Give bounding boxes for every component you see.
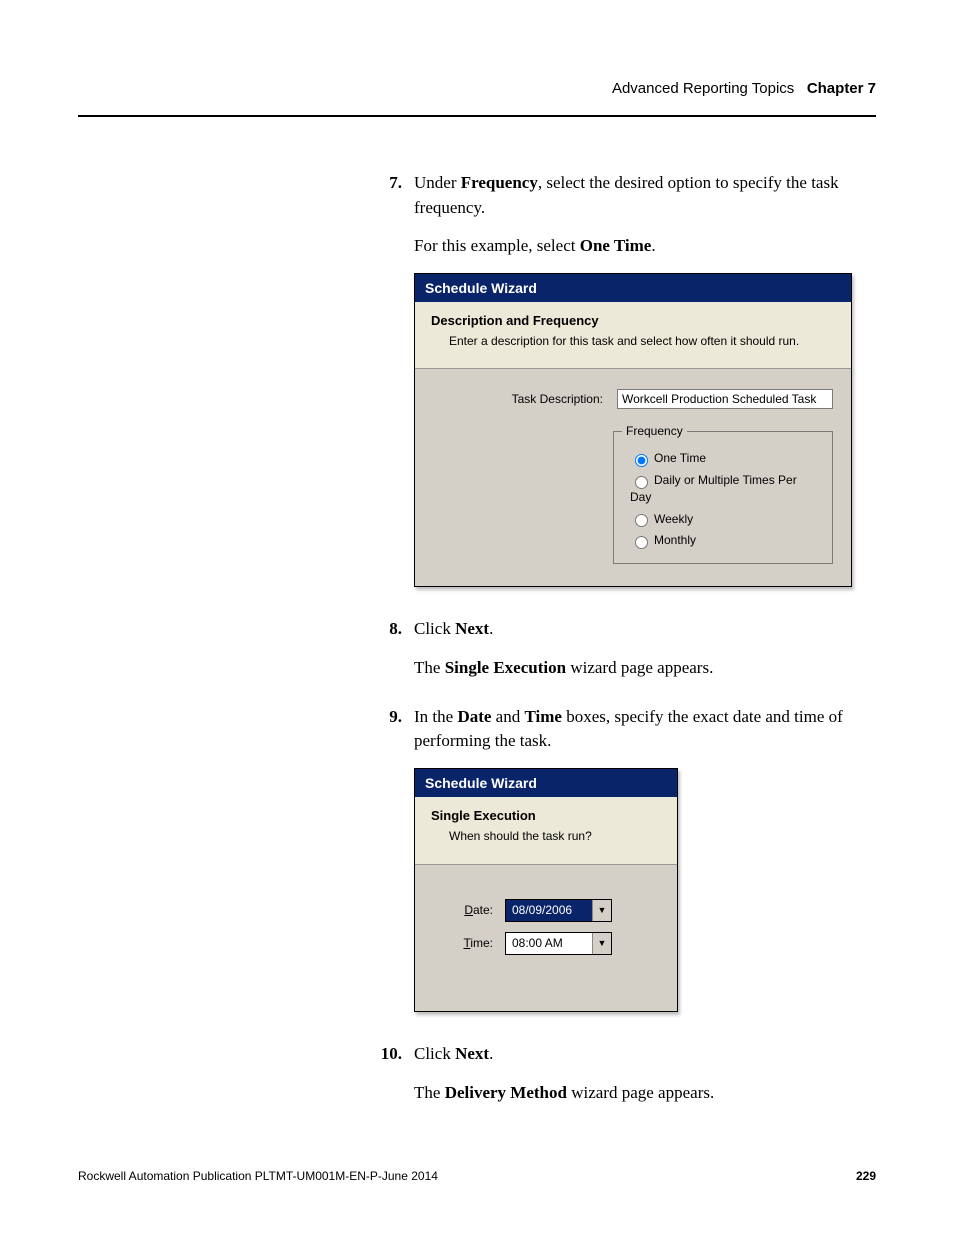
dropdown-button[interactable]: ▼	[592, 900, 611, 921]
dialog-header-title: Single Execution	[431, 807, 661, 826]
radio-one-time[interactable]	[635, 454, 648, 467]
page-header: Advanced Reporting Topics Chapter 7	[78, 60, 876, 115]
step-number: 7.	[368, 171, 414, 607]
text-bold: Frequency	[461, 173, 538, 192]
task-description-row: Task Description:	[433, 389, 833, 409]
text: and	[491, 707, 524, 726]
schedule-wizard-dialog-1: Schedule Wizard Description and Frequenc…	[414, 273, 852, 587]
time-label: Time:	[433, 935, 505, 952]
step-body: Click Next. The Single Execution wizard …	[414, 617, 871, 694]
text-bold: Date	[457, 707, 491, 726]
text-bold: Next	[455, 1044, 489, 1063]
text: wizard page appears.	[567, 1083, 714, 1102]
date-value: 08/09/2006	[506, 900, 592, 921]
dialog-titlebar: Schedule Wizard	[415, 274, 851, 302]
text: wizard page appears.	[566, 658, 713, 677]
text-bold: One Time	[580, 236, 652, 255]
page: Advanced Reporting Topics Chapter 7 7. U…	[0, 0, 954, 1235]
frequency-legend: Frequency	[622, 423, 687, 440]
dialog-header-subtitle: Enter a description for this task and se…	[449, 333, 835, 350]
content-column: 7. Under Frequency, select the desired o…	[368, 171, 871, 1120]
date-label: Date:	[433, 902, 505, 919]
text: For this example, select	[414, 236, 580, 255]
dialog-header: Single Execution When should the task ru…	[415, 797, 677, 864]
step-9: 9. In the Date and Time boxes, specify t…	[368, 705, 871, 1033]
date-label-accel: D	[464, 903, 473, 917]
header-chapter: Chapter 7	[807, 80, 876, 97]
step-number: 10.	[368, 1042, 414, 1119]
step-number: 8.	[368, 617, 414, 694]
footer-page-number: 229	[856, 1169, 876, 1183]
header-rule	[78, 115, 876, 117]
header-section: Advanced Reporting Topics	[612, 80, 794, 97]
date-row: Date: 08/09/2006 ▼	[433, 899, 659, 922]
time-value: 08:00 AM	[506, 933, 592, 954]
text: The	[414, 658, 445, 677]
step-body: Click Next. The Delivery Method wizard p…	[414, 1042, 871, 1119]
text: .	[489, 1044, 493, 1063]
step-body: Under Frequency, select the desired opti…	[414, 171, 871, 607]
date-combobox[interactable]: 08/09/2006 ▼	[505, 899, 612, 922]
text: .	[489, 619, 493, 638]
task-description-label: Task Description:	[433, 391, 617, 408]
task-description-input[interactable]	[617, 389, 833, 409]
frequency-option-one-time[interactable]: One Time	[630, 450, 816, 467]
radio-monthly[interactable]	[635, 536, 648, 549]
step-7: 7. Under Frequency, select the desired o…	[368, 171, 871, 607]
step-10: 10. Click Next. The Delivery Method wiza…	[368, 1042, 871, 1119]
time-combobox[interactable]: 08:00 AM ▼	[505, 932, 612, 955]
text: .	[651, 236, 655, 255]
page-footer: Rockwell Automation Publication PLTMT-UM…	[78, 1169, 876, 1183]
text: In the	[414, 707, 457, 726]
time-row: Time: 08:00 AM ▼	[433, 932, 659, 955]
radio-label: Weekly	[654, 512, 693, 526]
radio-weekly[interactable]	[635, 514, 648, 527]
step-8: 8. Click Next. The Single Execution wiza…	[368, 617, 871, 694]
dialog-header: Description and Frequency Enter a descri…	[415, 302, 851, 369]
frequency-option-monthly[interactable]: Monthly	[630, 532, 816, 549]
radio-label: One Time	[654, 451, 706, 465]
text-bold: Time	[524, 707, 561, 726]
text: Click	[414, 619, 455, 638]
text-bold: Single Execution	[445, 658, 566, 677]
text: The	[414, 1083, 445, 1102]
schedule-wizard-dialog-2: Schedule Wizard Single Execution When sh…	[414, 768, 678, 1012]
frequency-group: Frequency One Time Daily or Multiple Tim…	[613, 431, 833, 564]
text-bold: Next	[455, 619, 489, 638]
time-label-rest: ime:	[470, 936, 493, 950]
text-bold: Delivery Method	[445, 1083, 567, 1102]
date-label-rest: ate:	[473, 903, 493, 917]
dialog-header-subtitle: When should the task run?	[449, 828, 661, 845]
frequency-option-daily[interactable]: Daily or Multiple Times Per Day	[630, 472, 816, 507]
text: Under	[414, 173, 461, 192]
dialog-header-title: Description and Frequency	[431, 312, 835, 331]
footer-publication: Rockwell Automation Publication PLTMT-UM…	[78, 1169, 438, 1183]
dialog-titlebar: Schedule Wizard	[415, 769, 677, 797]
radio-daily[interactable]	[635, 476, 648, 489]
text: Click	[414, 1044, 455, 1063]
frequency-option-weekly[interactable]: Weekly	[630, 511, 816, 528]
dialog-body: Date: 08/09/2006 ▼ Time: 08:00 AM ▼	[415, 865, 677, 1012]
radio-label: Monthly	[654, 533, 696, 547]
radio-label: Daily or Multiple Times Per Day	[630, 473, 797, 504]
dropdown-button[interactable]: ▼	[592, 933, 611, 954]
dialog-body: Task Description: Frequency One Time Dai…	[415, 369, 851, 586]
step-body: In the Date and Time boxes, specify the …	[414, 705, 871, 1033]
step-number: 9.	[368, 705, 414, 1033]
